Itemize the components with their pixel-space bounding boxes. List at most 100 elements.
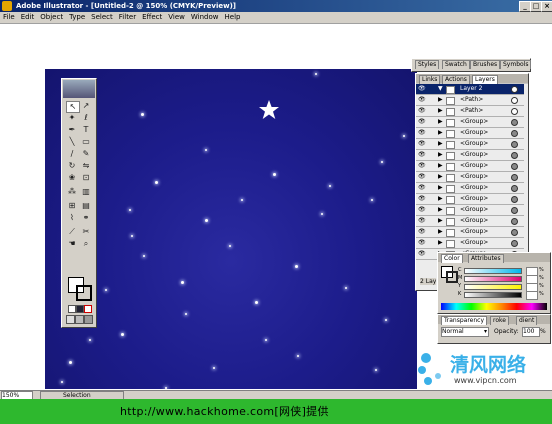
- target-circle-icon[interactable]: [511, 229, 518, 236]
- expanded-triangle-icon[interactable]: ▼: [438, 84, 443, 94]
- mesh-tool-icon[interactable]: ⊞: [66, 201, 78, 211]
- direct-selection-tool-icon[interactable]: ↗: [80, 101, 92, 111]
- target-circle-icon[interactable]: [511, 108, 518, 115]
- tab-stroke[interactable]: roke: [490, 316, 509, 325]
- selection-tool-icon[interactable]: ↖: [66, 101, 80, 113]
- tab-actions[interactable]: Actions: [442, 75, 470, 84]
- tab-styles[interactable]: Styles: [415, 60, 440, 69]
- tab-symbols[interactable]: Symbols: [500, 60, 532, 69]
- menu-view[interactable]: View: [165, 12, 188, 23]
- collapsed-triangle-icon[interactable]: ▶: [438, 128, 443, 138]
- tab-attributes[interactable]: Attributes: [468, 254, 504, 263]
- visibility-eye-icon[interactable]: 👁: [418, 185, 426, 191]
- target-circle-icon[interactable]: [511, 86, 518, 93]
- rotate-tool-icon[interactable]: ↻: [66, 161, 78, 171]
- paintbrush-tool-icon[interactable]: ∕: [66, 149, 78, 159]
- collapsed-triangle-icon[interactable]: ▶: [438, 172, 443, 182]
- free-transform-tool-icon[interactable]: ⊡: [80, 173, 92, 183]
- tab-brushes[interactable]: Brushes: [470, 60, 501, 69]
- symbol-sprayer-tool-icon[interactable]: ⁂: [66, 187, 78, 197]
- menu-type[interactable]: Type: [66, 12, 88, 23]
- layer-row[interactable]: 👁 ▶ <Group>: [416, 216, 524, 227]
- scissors-tool-icon[interactable]: ✂: [80, 227, 92, 237]
- layer-row[interactable]: 👁 ▶ <Group>: [416, 139, 524, 150]
- tab-gradient[interactable]: dient: [516, 316, 538, 325]
- close-button[interactable]: ×: [541, 1, 552, 12]
- blend-mode-select[interactable]: Normal ▾: [441, 327, 489, 337]
- target-circle-icon[interactable]: [511, 218, 518, 225]
- channel-slider[interactable]: [464, 268, 522, 274]
- magic-wand-tool-icon[interactable]: ✦: [66, 113, 78, 123]
- blend-tool-icon[interactable]: ⚭: [80, 213, 92, 223]
- layer-row[interactable]: 👁 ▶ <Group>: [416, 117, 524, 128]
- lasso-tool-icon[interactable]: ℓ: [80, 113, 92, 123]
- gradient-mode-icon[interactable]: [76, 305, 84, 313]
- tab-links[interactable]: Links: [419, 75, 441, 84]
- target-circle-icon[interactable]: [511, 163, 518, 170]
- layer-row[interactable]: 👁 ▶ <Path>: [416, 95, 524, 106]
- target-circle-icon[interactable]: [511, 130, 518, 137]
- eyedropper-tool-icon[interactable]: ⌇: [66, 213, 78, 223]
- type-tool-icon[interactable]: T: [80, 125, 92, 135]
- layer-row[interactable]: 👁 ▶ <Group>: [416, 238, 524, 249]
- collapsed-triangle-icon[interactable]: ▶: [438, 106, 443, 116]
- menu-select[interactable]: Select: [88, 12, 116, 23]
- pen-tool-icon[interactable]: ✒: [66, 125, 78, 135]
- collapsed-triangle-icon[interactable]: ▶: [438, 216, 443, 226]
- visibility-eye-icon[interactable]: 👁: [418, 130, 426, 136]
- visibility-eye-icon[interactable]: 👁: [418, 240, 426, 246]
- layer-row[interactable]: 👁 ▶ <Group>: [416, 205, 524, 216]
- menu-filter[interactable]: Filter: [116, 12, 139, 23]
- channel-slider[interactable]: [464, 292, 522, 298]
- layer-row[interactable]: 👁 ▶ <Group>: [416, 150, 524, 161]
- layer-row[interactable]: 👁 ▶ <Group>: [416, 128, 524, 139]
- visibility-eye-icon[interactable]: 👁: [418, 86, 426, 92]
- target-circle-icon[interactable]: [511, 240, 518, 247]
- tab-layers[interactable]: Layers: [472, 75, 498, 84]
- layer-row[interactable]: 👁 ▶ <Group>: [416, 183, 524, 194]
- target-circle-icon[interactable]: [511, 141, 518, 148]
- visibility-eye-icon[interactable]: 👁: [418, 163, 426, 169]
- visibility-eye-icon[interactable]: 👁: [418, 229, 426, 235]
- collapsed-triangle-icon[interactable]: ▶: [438, 95, 443, 105]
- visibility-eye-icon[interactable]: 👁: [418, 108, 426, 114]
- visibility-eye-icon[interactable]: 👁: [418, 218, 426, 224]
- menu-effect[interactable]: Effect: [139, 12, 165, 23]
- layer-row[interactable]: 👁 ▼ Layer 2: [416, 84, 524, 95]
- layer-row[interactable]: 👁 ▶ <Group>: [416, 172, 524, 183]
- collapsed-triangle-icon[interactable]: ▶: [438, 161, 443, 171]
- color-mode-icon[interactable]: [68, 305, 76, 313]
- collapsed-triangle-icon[interactable]: ▶: [438, 205, 443, 215]
- menu-file[interactable]: File: [0, 12, 18, 23]
- color-stroke-swatch[interactable]: [446, 271, 458, 283]
- warp-tool-icon[interactable]: ❀: [66, 173, 78, 183]
- target-circle-icon[interactable]: [511, 119, 518, 126]
- collapsed-triangle-icon[interactable]: ▶: [438, 183, 443, 193]
- collapsed-triangle-icon[interactable]: ▶: [438, 150, 443, 160]
- channel-slider[interactable]: [464, 276, 522, 282]
- layer-row[interactable]: 👁 ▶ <Group>: [416, 194, 524, 205]
- rectangle-tool-icon[interactable]: ▭: [80, 137, 92, 147]
- collapsed-triangle-icon[interactable]: ▶: [438, 194, 443, 204]
- zoom-tool-icon[interactable]: ⌕: [80, 239, 92, 249]
- graph-tool-icon[interactable]: ▥: [80, 187, 92, 197]
- visibility-eye-icon[interactable]: 👁: [418, 97, 426, 103]
- visibility-eye-icon[interactable]: 👁: [418, 174, 426, 180]
- visibility-eye-icon[interactable]: 👁: [418, 119, 426, 125]
- target-circle-icon[interactable]: [511, 185, 518, 192]
- visibility-eye-icon[interactable]: 👁: [418, 196, 426, 202]
- reflect-tool-icon[interactable]: ⇋: [80, 161, 92, 171]
- full-screen-mode-icon[interactable]: [84, 315, 93, 324]
- channel-slider[interactable]: [464, 284, 522, 290]
- target-circle-icon[interactable]: [511, 152, 518, 159]
- artboard-canvas[interactable]: [45, 69, 417, 389]
- menu-object[interactable]: Object: [37, 12, 66, 23]
- standard-screen-mode-icon[interactable]: [66, 315, 75, 324]
- pencil-tool-icon[interactable]: ✎: [80, 149, 92, 159]
- tab-swatches[interactable]: Swatch: [442, 60, 470, 69]
- hand-tool-icon[interactable]: ☚: [66, 239, 78, 249]
- tab-transparency[interactable]: Transparency: [441, 316, 488, 325]
- collapsed-triangle-icon[interactable]: ▶: [438, 139, 443, 149]
- full-screen-menu-mode-icon[interactable]: [75, 315, 84, 324]
- channel-value-field[interactable]: [526, 291, 538, 300]
